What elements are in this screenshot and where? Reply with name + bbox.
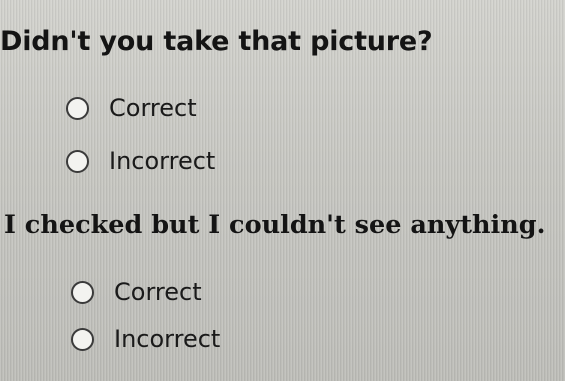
option-label: Correct: [114, 278, 202, 306]
radio-button[interactable]: [66, 96, 89, 120]
option-label: Incorrect: [114, 325, 221, 353]
question-2-option-incorrect[interactable]: Incorrect: [71, 325, 220, 353]
question-1-option-correct[interactable]: Correct: [66, 94, 197, 122]
question-2-option-correct[interactable]: Correct: [71, 278, 202, 306]
radio-button[interactable]: [66, 149, 89, 173]
question-2-text: I checked but I couldn't see anything.: [4, 210, 546, 240]
radio-button[interactable]: [71, 327, 94, 351]
question-1-text: Didn't you take that picture?: [0, 26, 433, 57]
option-label: Correct: [109, 94, 197, 122]
question-1-option-incorrect[interactable]: Incorrect: [66, 147, 215, 175]
radio-button[interactable]: [71, 280, 94, 304]
option-label: Incorrect: [109, 147, 216, 175]
